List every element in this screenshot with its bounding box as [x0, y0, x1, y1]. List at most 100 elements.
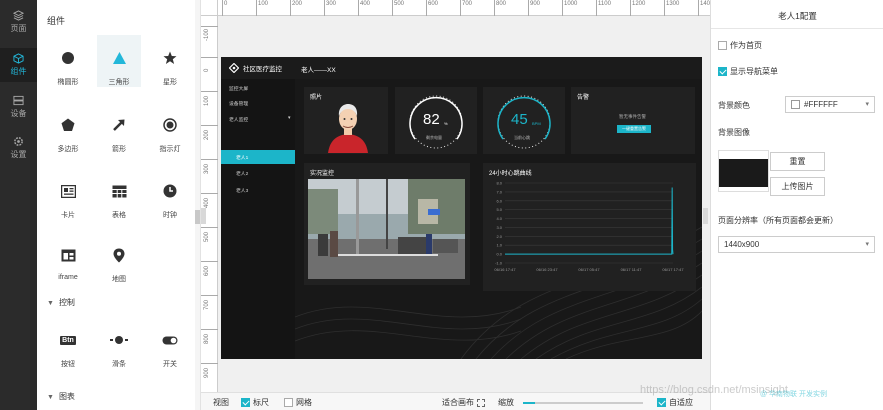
elder-name: 老人——XX [301, 67, 336, 74]
ruler-tick: 100 [256, 0, 268, 16]
component-arrow[interactable]: 箭形 [97, 102, 141, 154]
as-homepage-option[interactable]: 作为首页 [718, 40, 762, 51]
upload-image-button[interactable]: 上传图片 [770, 177, 825, 196]
panel-scrollbar[interactable] [195, 0, 200, 410]
nav-label: 组件 [10, 67, 27, 76]
grid-toggle[interactable]: 网格 [284, 397, 312, 408]
menu-item[interactable]: 监控大屏 [229, 85, 248, 92]
ruler-top: 0 100 200 300 400 500 600 700 800 900 10… [218, 0, 710, 16]
component-toggle[interactable]: 开关 [148, 317, 192, 369]
component-label: 时钟 [163, 212, 177, 219]
component-label: 卡片 [61, 212, 75, 219]
nav-label: 设置 [10, 150, 27, 159]
fit-canvas-label: 适合画布 [442, 398, 474, 407]
reset-alarm-button[interactable]: 一键重置告警 [617, 125, 651, 133]
resolution-label: 页面分辨率（所有页面都会更新） [718, 216, 838, 225]
menu-item[interactable]: 老人监控 [229, 116, 248, 123]
table-icon [112, 185, 126, 197]
component-label: 三角形 [108, 79, 130, 86]
adaptive-toggle[interactable]: 自适应 [657, 397, 693, 408]
live-video-frame [308, 179, 465, 279]
alarm-text: 暂无事件告警 [619, 114, 646, 119]
checkbox-checked-icon[interactable] [718, 67, 727, 76]
circle-icon [62, 52, 74, 64]
ruler-tick: 1200 [630, 0, 645, 16]
menu-item[interactable]: 老人3 [236, 187, 248, 194]
component-table[interactable]: 表格 [97, 168, 141, 220]
section-control[interactable]: ▼ 控制 [47, 297, 75, 308]
caret-down-icon: ▼ [47, 300, 54, 307]
nav-item-devices[interactable]: 设备 [0, 90, 37, 124]
ruler-left: -100 0 100 200 300 400 500 600 700 800 9… [201, 16, 218, 392]
y-tick-label: 0.0 [496, 252, 502, 257]
layers-icon [13, 10, 24, 21]
device-icon [13, 95, 24, 106]
component-label: 开关 [163, 361, 177, 368]
component-panel: 组件 椭圆形 三角形 星形 多边形 箭形 指示灯 卡片 表格 时钟 iframe… [37, 0, 201, 410]
nav-item-settings[interactable]: 设置 [0, 131, 37, 165]
chart-title: 24小时心跳曲线 [489, 171, 532, 177]
toggle-icon [162, 336, 178, 344]
section-chart[interactable]: ▼ 图表 [47, 391, 75, 402]
component-polygon[interactable]: 多边形 [46, 102, 90, 154]
ruler-tick: -100 [201, 26, 218, 60]
logo-text: 社区医疗监控 [243, 66, 282, 73]
checkbox-icon[interactable] [718, 41, 727, 50]
scroll-thumb[interactable] [195, 210, 200, 224]
right-collapse-handle[interactable] [703, 208, 708, 224]
as-homepage-label: 作为首页 [730, 41, 762, 50]
dashboard-preview[interactable]: 社区医疗监控 老人——XX 监控大屏 设备管理 老人监控 ▾ 老人1 老人2 老… [221, 57, 702, 359]
menu-active-bar [221, 150, 295, 164]
caret-down-icon: ▼ [47, 394, 54, 401]
checkbox-checked-icon[interactable] [241, 398, 250, 407]
nav-item-components[interactable]: 组件 [0, 48, 37, 82]
fit-canvas-button[interactable]: 适合画布 [442, 397, 485, 408]
ruler-tick: 1400 [698, 0, 710, 16]
show-nav-option[interactable]: 显示导航菜单 [718, 66, 778, 77]
component-indicator[interactable]: 指示灯 [148, 102, 192, 154]
component-iframe[interactable]: iframe [46, 232, 90, 284]
component-button[interactable]: Btn 按钮 [46, 317, 90, 369]
grid-label: 网格 [296, 398, 312, 407]
ruler-tick: 600 [201, 261, 218, 295]
zoom-label: 缩放 [498, 398, 514, 407]
nav-item-pages[interactable]: 页面 [0, 5, 37, 39]
reset-button[interactable]: 重置 [770, 152, 825, 171]
checkbox-icon[interactable] [284, 398, 293, 407]
left-collapse-handle[interactable] [201, 208, 206, 224]
cube-icon [13, 53, 24, 64]
divider [711, 28, 883, 29]
arrow-icon [113, 119, 125, 131]
component-label: 椭圆形 [57, 79, 79, 86]
component-ellipse[interactable]: 椭圆形 [46, 35, 90, 87]
bg-color-select[interactable]: #FFFFFF ▾ [785, 96, 875, 113]
adaptive-label: 自适应 [669, 398, 693, 407]
component-star[interactable]: 星形 [148, 35, 192, 87]
section-label: 控制 [58, 298, 75, 307]
menu-item[interactable]: 设备管理 [229, 100, 248, 107]
ruler-tick: 300 [324, 0, 336, 16]
live-video-card: 实况监控 [304, 163, 470, 285]
menu-item[interactable]: 老人1 [236, 154, 248, 161]
zoom-slider[interactable] [523, 402, 643, 404]
ruler-tick: 1000 [562, 0, 577, 16]
y-tick-label: 1.0 [496, 243, 502, 248]
ruler-toggle[interactable]: 标尺 [241, 397, 269, 408]
component-triangle[interactable]: 三角形 [97, 35, 141, 87]
x-tick-label: 06/16 17:47 [494, 267, 516, 272]
nav-label: 页面 [10, 24, 27, 33]
component-map[interactable]: 地图 [97, 232, 141, 284]
resolution-select[interactable]: 1440x900 ▾ [718, 236, 875, 253]
component-label: 滑条 [112, 361, 126, 368]
component-clock[interactable]: 时钟 [148, 168, 192, 220]
heartrate-label: 当前心跳 [514, 135, 530, 140]
component-slider[interactable]: 滑条 [97, 317, 141, 369]
checkbox-checked-icon[interactable] [657, 398, 666, 407]
view-label: 视图 [213, 398, 229, 407]
battery-value: 82 [423, 111, 440, 128]
component-card[interactable]: 卡片 [46, 168, 90, 220]
ruler-tick: 500 [201, 227, 218, 261]
bg-color-value: #FFFFFF [804, 100, 838, 109]
chevron-down-icon: ▾ [288, 116, 291, 121]
menu-item[interactable]: 老人2 [236, 170, 248, 177]
